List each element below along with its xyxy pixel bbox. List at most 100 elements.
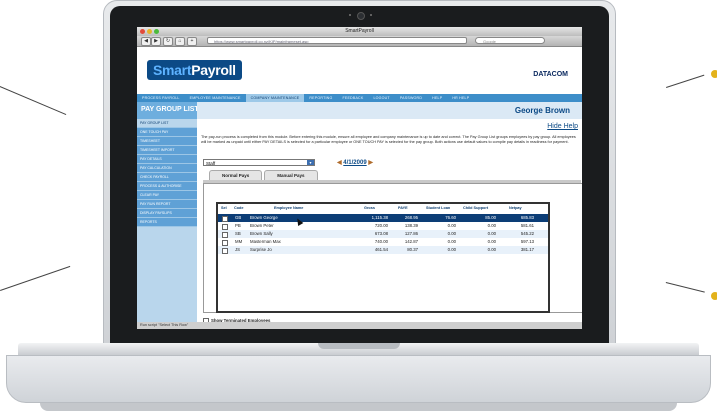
col-netpay: Netpay (509, 206, 522, 210)
sidebar-item-display-payslips[interactable]: DISPLAY PAYSLIPS (137, 209, 197, 218)
cell-student-loan: 0.00 (447, 231, 456, 236)
cell-paye: 138.39 (404, 223, 418, 228)
nav-password[interactable]: PASSWORD (395, 94, 427, 102)
cell-gross: 740.00 (374, 239, 388, 244)
pay-tabs: Normal Pays Manual Pays (209, 170, 318, 180)
cell-code: PB (235, 223, 241, 228)
nav-hr-help[interactable]: HR HELP (447, 94, 474, 102)
tab-normal-pays[interactable]: Normal Pays (209, 170, 263, 180)
callout-line-top-right (666, 74, 705, 88)
smartpayroll-logo[interactable]: SmartPayroll (147, 60, 242, 80)
window-titlebar: SmartPayroll (137, 27, 582, 36)
cell-name: Brown Sally (250, 231, 273, 236)
add-bookmark-icon[interactable]: + (187, 37, 197, 46)
forward-icon[interactable]: ▶ (151, 37, 161, 46)
cell-netpay: 381.17 (520, 247, 534, 252)
nav-company-maintenance[interactable]: COMPANY MAINTENANCE (245, 94, 305, 102)
sidebar-item-pay-details[interactable]: PAY DETAILS (137, 155, 197, 164)
sidebar-item-reports[interactable]: REPORTS (137, 218, 197, 227)
callout-dot-top-right (711, 70, 717, 78)
browser-toolbar: ◀ ▶ ↻ ⌂ + https://www.smartpayroll.co.nz… (137, 36, 582, 47)
cell-netpay: 545.22 (520, 231, 534, 236)
pay-date-link[interactable]: 4/1/2009 (343, 160, 366, 166)
zoom-window-icon[interactable] (154, 29, 159, 34)
sensor-dot (370, 14, 372, 16)
row-select-checkbox[interactable] (222, 248, 228, 254)
cell-gross: 720.00 (374, 223, 388, 228)
col-gross: Gross (364, 206, 375, 210)
cell-netpay: 685.83 (520, 215, 534, 220)
table-header: Sel Code Employee Name Gross PAYE Studen… (218, 206, 548, 213)
sidebar-item-one-touch-pay[interactable]: ONE TOUCH PAY (137, 128, 197, 137)
tab-manual-pays[interactable]: Manual Pays (264, 170, 318, 180)
nav-feedback[interactable]: FEEDBACK (337, 94, 368, 102)
nav-help[interactable]: HELP (427, 94, 447, 102)
datacom-logo: DATACOM (533, 71, 568, 78)
search-input[interactable]: Google (475, 37, 545, 44)
reload-icon[interactable]: ↻ (163, 37, 173, 46)
table-row[interactable]: PB Brown Peter 720.00 138.39 0.00 0.00 5… (218, 222, 548, 230)
employee-pay-table: Sel Code Employee Name Gross PAYE Studen… (216, 202, 550, 313)
col-code: Code (234, 206, 244, 210)
cell-child-support: 0.00 (487, 239, 496, 244)
sidebar-item-check-payroll[interactable]: CHECK PAYROLL (137, 173, 197, 182)
cell-netpay: 581.61 (520, 223, 534, 228)
cell-student-loan: 0.00 (447, 239, 456, 244)
next-date-icon[interactable]: ▶ (368, 160, 373, 166)
nav-employee-maintenance[interactable]: EMPLOYEE MAINTENANCE (185, 94, 246, 102)
callout-line-top-left (0, 86, 67, 116)
cell-child-support: 0.00 (487, 247, 496, 252)
cell-paye: 80.37 (407, 247, 418, 252)
callout-dot-bottom-right (711, 292, 717, 300)
cell-paye: 127.86 (404, 231, 418, 236)
nav-logout[interactable]: LOGOUT (368, 94, 394, 102)
table-row[interactable]: SB Brown Sally 673.08 127.86 0.00 0.00 5… (218, 230, 548, 238)
cell-code: GB (235, 215, 242, 220)
cell-name: Masterman Max (250, 239, 281, 244)
cell-student-loan: 76.60 (445, 215, 456, 220)
sidebar: PAY GROUP LIST ONE TOUCH PAY TIMESHEET T… (137, 119, 197, 329)
nav-reporting[interactable]: REPORTING (304, 94, 337, 102)
cell-name: Brown George (250, 215, 278, 220)
previous-date-icon[interactable]: ◀ (337, 160, 342, 166)
col-paye: PAYE (398, 206, 408, 210)
sidebar-item-pay-calculation[interactable]: PAY CALCULATION (137, 164, 197, 173)
cell-gross: 673.08 (374, 231, 388, 236)
main-content: Hide Help The pay-run process is complet… (197, 119, 582, 329)
close-window-icon[interactable] (140, 29, 145, 34)
laptop-base (6, 355, 711, 403)
col-child-support: Child Support (463, 206, 489, 210)
cell-student-loan: 0.00 (447, 247, 456, 252)
table-row[interactable]: MM Masterman Max 740.00 142.87 0.00 0.00… (218, 238, 548, 246)
chevron-down-icon: ▾ (307, 160, 314, 165)
screen: SmartPayroll ◀ ▶ ↻ ⌂ + https://www.smart… (137, 27, 582, 329)
sidebar-item-timesheet-import[interactable]: TIMESHEET IMPORT (137, 146, 197, 155)
pay-group-select[interactable]: Staff ▾ (203, 159, 315, 166)
minimize-window-icon[interactable] (147, 29, 152, 34)
hide-help-link[interactable]: Hide Help (547, 123, 578, 130)
table-row[interactable]: GB Brown George 1,115.38 268.95 76.60 85… (218, 214, 548, 222)
table-row[interactable]: JS Surprise Jo 461.54 80.37 0.00 0.00 38… (218, 246, 548, 254)
cell-child-support: 0.00 (487, 223, 496, 228)
sidebar-item-process-authorise[interactable]: PROCESS & AUTHORISE (137, 182, 197, 191)
cell-paye: 142.87 (404, 239, 418, 244)
cell-paye: 268.95 (404, 215, 418, 220)
user-name: George Brown (514, 106, 570, 115)
window-title: SmartPayroll (345, 28, 374, 34)
sensor-dot (349, 14, 351, 16)
home-icon[interactable]: ⌂ (175, 37, 185, 46)
sidebar-item-pay-run-report[interactable]: PAY RUN REPORT (137, 200, 197, 209)
pay-grid-panel: Sel Code Employee Name Gross PAYE Studen… (203, 183, 582, 313)
nav-process-payroll[interactable]: PROCESS PAYROLL (137, 94, 185, 102)
sidebar-item-timesheet[interactable]: TIMESHEET (137, 137, 197, 146)
sidebar-item-pay-group-list[interactable]: PAY GROUP LIST (137, 119, 197, 128)
status-bar: Run script "Select This Row" (137, 322, 582, 329)
sidebar-item-clear-pay[interactable]: CLEAR PAY (137, 191, 197, 200)
url-bar[interactable]: https://www.smartpayroll.co.nz/KIP/mainf… (207, 37, 467, 44)
help-description: The pay-run process is completed from th… (201, 135, 576, 144)
back-icon[interactable]: ◀ (141, 37, 151, 46)
cell-gross: 461.54 (374, 247, 388, 252)
user-bar: George Brown (197, 102, 582, 119)
callout-line-bottom-left (0, 265, 71, 291)
cell-code: JS (235, 247, 241, 252)
